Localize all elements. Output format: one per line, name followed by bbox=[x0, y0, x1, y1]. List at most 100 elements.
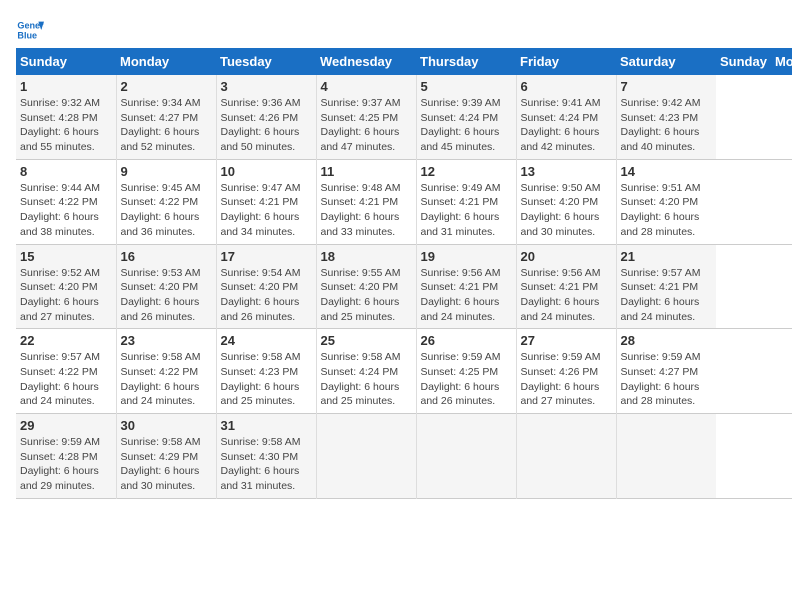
daylight-text: Daylight: 6 hours and 30 minutes. bbox=[521, 211, 600, 238]
daylight-text: Daylight: 6 hours and 45 minutes. bbox=[421, 126, 500, 153]
sunset-text: Sunset: 4:22 PM bbox=[20, 196, 98, 208]
day-info: Sunrise: 9:58 AM Sunset: 4:29 PM Dayligh… bbox=[121, 435, 212, 494]
day-info: Sunrise: 9:39 AM Sunset: 4:24 PM Dayligh… bbox=[421, 96, 512, 155]
daylight-text: Daylight: 6 hours and 26 minutes. bbox=[121, 296, 200, 323]
sunset-text: Sunset: 4:23 PM bbox=[221, 366, 299, 378]
daylight-text: Daylight: 6 hours and 25 minutes. bbox=[321, 381, 400, 408]
calendar-cell bbox=[516, 414, 616, 499]
header-thursday: Thursday bbox=[416, 48, 516, 75]
calendar-cell: 20 Sunrise: 9:56 AM Sunset: 4:21 PM Dayl… bbox=[516, 244, 616, 329]
sunrise-text: Sunrise: 9:56 AM bbox=[421, 267, 501, 279]
sunrise-text: Sunrise: 9:47 AM bbox=[221, 182, 301, 194]
day-number: 11 bbox=[321, 164, 412, 179]
calendar-cell: 31 Sunrise: 9:58 AM Sunset: 4:30 PM Dayl… bbox=[216, 414, 316, 499]
sunset-text: Sunset: 4:28 PM bbox=[20, 112, 98, 124]
day-number: 18 bbox=[321, 249, 412, 264]
calendar-cell: 4 Sunrise: 9:37 AM Sunset: 4:25 PM Dayli… bbox=[316, 75, 416, 159]
sunset-text: Sunset: 4:21 PM bbox=[321, 196, 399, 208]
day-number: 31 bbox=[221, 418, 312, 433]
day-info: Sunrise: 9:49 AM Sunset: 4:21 PM Dayligh… bbox=[421, 181, 512, 240]
day-number: 30 bbox=[121, 418, 212, 433]
sunset-text: Sunset: 4:26 PM bbox=[521, 366, 599, 378]
sunrise-text: Sunrise: 9:57 AM bbox=[621, 267, 701, 279]
daylight-text: Daylight: 6 hours and 26 minutes. bbox=[421, 381, 500, 408]
sunrise-text: Sunrise: 9:44 AM bbox=[20, 182, 100, 194]
sunrise-text: Sunrise: 9:59 AM bbox=[20, 436, 100, 448]
day-info: Sunrise: 9:32 AM Sunset: 4:28 PM Dayligh… bbox=[20, 96, 112, 155]
sunset-text: Sunset: 4:27 PM bbox=[121, 112, 199, 124]
sunset-text: Sunset: 4:21 PM bbox=[621, 281, 699, 293]
daylight-text: Daylight: 6 hours and 25 minutes. bbox=[221, 381, 300, 408]
day-number: 5 bbox=[421, 79, 512, 94]
day-info: Sunrise: 9:50 AM Sunset: 4:20 PM Dayligh… bbox=[521, 181, 612, 240]
sunrise-text: Sunrise: 9:50 AM bbox=[521, 182, 601, 194]
calendar-week-row: 22 Sunrise: 9:57 AM Sunset: 4:22 PM Dayl… bbox=[16, 329, 792, 414]
day-number: 20 bbox=[521, 249, 612, 264]
calendar-header-row: SundayMondayTuesdayWednesdayThursdayFrid… bbox=[16, 48, 792, 75]
calendar-table: SundayMondayTuesdayWednesdayThursdayFrid… bbox=[16, 48, 792, 499]
sunrise-text: Sunrise: 9:58 AM bbox=[221, 436, 301, 448]
day-number: 7 bbox=[621, 79, 713, 94]
daylight-text: Daylight: 6 hours and 24 minutes. bbox=[20, 381, 99, 408]
sunrise-text: Sunrise: 9:32 AM bbox=[20, 97, 100, 109]
day-number: 9 bbox=[121, 164, 212, 179]
day-info: Sunrise: 9:53 AM Sunset: 4:20 PM Dayligh… bbox=[121, 266, 212, 325]
sunset-text: Sunset: 4:24 PM bbox=[421, 112, 499, 124]
sunrise-text: Sunrise: 9:42 AM bbox=[621, 97, 701, 109]
calendar-cell: 14 Sunrise: 9:51 AM Sunset: 4:20 PM Dayl… bbox=[616, 159, 716, 244]
sunrise-text: Sunrise: 9:58 AM bbox=[321, 351, 401, 363]
day-info: Sunrise: 9:52 AM Sunset: 4:20 PM Dayligh… bbox=[20, 266, 112, 325]
sunrise-text: Sunrise: 9:37 AM bbox=[321, 97, 401, 109]
day-info: Sunrise: 9:51 AM Sunset: 4:20 PM Dayligh… bbox=[621, 181, 713, 240]
sunset-text: Sunset: 4:24 PM bbox=[521, 112, 599, 124]
daylight-text: Daylight: 6 hours and 40 minutes. bbox=[621, 126, 700, 153]
day-number: 17 bbox=[221, 249, 312, 264]
day-info: Sunrise: 9:37 AM Sunset: 4:25 PM Dayligh… bbox=[321, 96, 412, 155]
day-info: Sunrise: 9:55 AM Sunset: 4:20 PM Dayligh… bbox=[321, 266, 412, 325]
sunrise-text: Sunrise: 9:56 AM bbox=[521, 267, 601, 279]
sunrise-text: Sunrise: 9:58 AM bbox=[121, 436, 201, 448]
day-info: Sunrise: 9:36 AM Sunset: 4:26 PM Dayligh… bbox=[221, 96, 312, 155]
calendar-cell: 10 Sunrise: 9:47 AM Sunset: 4:21 PM Dayl… bbox=[216, 159, 316, 244]
daylight-text: Daylight: 6 hours and 50 minutes. bbox=[221, 126, 300, 153]
calendar-cell bbox=[416, 414, 516, 499]
day-number: 22 bbox=[20, 333, 112, 348]
calendar-cell: 5 Sunrise: 9:39 AM Sunset: 4:24 PM Dayli… bbox=[416, 75, 516, 159]
sunset-text: Sunset: 4:20 PM bbox=[621, 196, 699, 208]
day-info: Sunrise: 9:41 AM Sunset: 4:24 PM Dayligh… bbox=[521, 96, 612, 155]
calendar-cell: 7 Sunrise: 9:42 AM Sunset: 4:23 PM Dayli… bbox=[616, 75, 716, 159]
calendar-cell: 3 Sunrise: 9:36 AM Sunset: 4:26 PM Dayli… bbox=[216, 75, 316, 159]
sunset-text: Sunset: 4:20 PM bbox=[521, 196, 599, 208]
daylight-text: Daylight: 6 hours and 31 minutes. bbox=[421, 211, 500, 238]
sunrise-text: Sunrise: 9:58 AM bbox=[121, 351, 201, 363]
sunrise-text: Sunrise: 9:59 AM bbox=[621, 351, 701, 363]
day-number: 21 bbox=[621, 249, 713, 264]
daylight-text: Daylight: 6 hours and 28 minutes. bbox=[621, 381, 700, 408]
calendar-cell bbox=[616, 414, 716, 499]
header-saturday: Saturday bbox=[616, 48, 716, 75]
daylight-text: Daylight: 6 hours and 33 minutes. bbox=[321, 211, 400, 238]
day-number: 8 bbox=[20, 164, 112, 179]
calendar-cell: 2 Sunrise: 9:34 AM Sunset: 4:27 PM Dayli… bbox=[116, 75, 216, 159]
day-info: Sunrise: 9:58 AM Sunset: 4:30 PM Dayligh… bbox=[221, 435, 312, 494]
daylight-text: Daylight: 6 hours and 25 minutes. bbox=[321, 296, 400, 323]
calendar-cell: 29 Sunrise: 9:59 AM Sunset: 4:28 PM Dayl… bbox=[16, 414, 116, 499]
sunset-text: Sunset: 4:21 PM bbox=[421, 196, 499, 208]
calendar-cell: 6 Sunrise: 9:41 AM Sunset: 4:24 PM Dayli… bbox=[516, 75, 616, 159]
sunset-text: Sunset: 4:20 PM bbox=[20, 281, 98, 293]
calendar-week-row: 1 Sunrise: 9:32 AM Sunset: 4:28 PM Dayli… bbox=[16, 75, 792, 159]
day-info: Sunrise: 9:45 AM Sunset: 4:22 PM Dayligh… bbox=[121, 181, 212, 240]
sunset-text: Sunset: 4:21 PM bbox=[521, 281, 599, 293]
daylight-text: Daylight: 6 hours and 34 minutes. bbox=[221, 211, 300, 238]
day-info: Sunrise: 9:47 AM Sunset: 4:21 PM Dayligh… bbox=[221, 181, 312, 240]
calendar-week-row: 8 Sunrise: 9:44 AM Sunset: 4:22 PM Dayli… bbox=[16, 159, 792, 244]
sunset-text: Sunset: 4:22 PM bbox=[121, 366, 199, 378]
day-number: 29 bbox=[20, 418, 112, 433]
daylight-text: Daylight: 6 hours and 26 minutes. bbox=[221, 296, 300, 323]
calendar-cell: 26 Sunrise: 9:59 AM Sunset: 4:25 PM Dayl… bbox=[416, 329, 516, 414]
calendar-cell: 25 Sunrise: 9:58 AM Sunset: 4:24 PM Dayl… bbox=[316, 329, 416, 414]
calendar-cell: 13 Sunrise: 9:50 AM Sunset: 4:20 PM Dayl… bbox=[516, 159, 616, 244]
calendar-cell: 12 Sunrise: 9:49 AM Sunset: 4:21 PM Dayl… bbox=[416, 159, 516, 244]
sunset-text: Sunset: 4:23 PM bbox=[621, 112, 699, 124]
calendar-cell: 8 Sunrise: 9:44 AM Sunset: 4:22 PM Dayli… bbox=[16, 159, 116, 244]
